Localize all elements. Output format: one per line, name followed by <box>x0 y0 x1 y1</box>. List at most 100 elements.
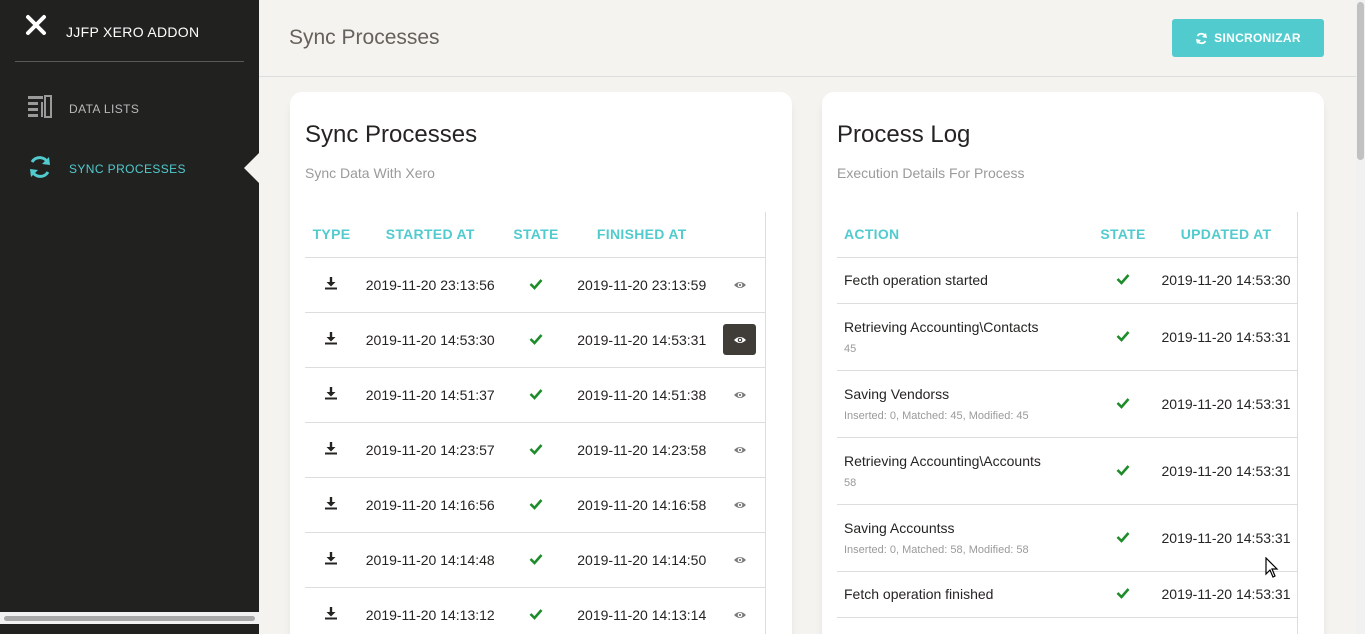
view-button[interactable] <box>723 599 756 630</box>
eye-icon <box>733 552 747 568</box>
finished-at-cell: 2019-11-20 14:23:58 <box>569 422 715 478</box>
view-button[interactable] <box>723 269 756 300</box>
finished-at-cell: 2019-11-20 14:16:58 <box>569 477 715 533</box>
column-header-actions <box>714 212 765 258</box>
actions-cell <box>714 477 765 533</box>
column-header-state[interactable]: STATE <box>1091 212 1155 258</box>
column-header-state[interactable]: STATE <box>502 212 570 258</box>
card-subtitle: Execution Details For Process <box>837 165 1025 181</box>
action-detail: Inserted: 0, Matched: 45, Modified: 45 <box>844 409 1029 422</box>
state-cell <box>502 422 570 478</box>
table-header-row: ACTION STATE UPDATED AT <box>837 212 1297 258</box>
vertical-scrollbar[interactable] <box>1356 0 1365 634</box>
table-row: Saving Accountss Inserted: 0, Matched: 58… <box>837 504 1297 572</box>
column-header-started-at[interactable]: STARTED AT <box>357 212 503 258</box>
action-cell: Saving Accountss Inserted: 0, Matched: 58… <box>837 504 1091 572</box>
action-text: Retrieving Accounting\Contacts <box>844 318 1039 335</box>
state-cell <box>502 367 570 423</box>
view-button[interactable] <box>723 489 756 520</box>
table-row[interactable]: 2019-11-20 14:14:48 2019-11-20 14:14:50 <box>305 532 765 588</box>
table-row[interactable]: 2019-11-20 14:53:30 2019-11-20 14:53:31 <box>305 312 765 368</box>
table-row[interactable]: 2019-11-20 14:13:12 2019-11-20 14:13:14 <box>305 587 765 634</box>
finished-at-cell: 2019-11-20 14:51:38 <box>569 367 715 423</box>
sidebar-item-label: DATA LISTS <box>69 102 140 116</box>
view-button[interactable] <box>723 324 757 355</box>
started-at-cell: 2019-11-20 14:23:57 <box>357 422 503 478</box>
table-header-row: TYPE STARTED AT STATE FINISHED AT <box>305 212 765 258</box>
updated-at-cell: 2019-11-20 14:53:31 <box>1155 370 1297 438</box>
finished-at-cell: 2019-11-20 14:53:31 <box>569 312 715 368</box>
updated-at-cell: 2019-11-20 14:53:30 <box>1155 257 1297 304</box>
finished-at-cell: 2019-11-20 14:14:50 <box>569 532 715 588</box>
card-subtitle: Sync Data With Xero <box>305 165 435 181</box>
column-header-updated-at[interactable]: UPDATED AT <box>1155 212 1297 258</box>
sync-icon <box>1196 32 1208 44</box>
download-icon <box>324 387 338 403</box>
table-row[interactable]: 2019-11-20 23:13:56 2019-11-20 23:13:59 <box>305 257 765 313</box>
action-text: Retrieving Accounting\Accounts <box>844 452 1041 469</box>
log-table: ACTION STATE UPDATED AT Fecth operation … <box>837 212 1297 618</box>
state-cell <box>502 532 570 588</box>
view-button[interactable] <box>723 379 756 410</box>
actions-cell <box>714 587 765 634</box>
started-at-cell: 2019-11-20 14:16:56 <box>357 477 503 533</box>
close-icon[interactable] <box>25 14 47 36</box>
sidebar-item-label: SYNC PROCESSES <box>69 162 186 176</box>
started-at-cell: 2019-11-20 14:51:37 <box>357 367 503 423</box>
table-row[interactable]: 2019-11-20 14:23:57 2019-11-20 14:23:58 <box>305 422 765 478</box>
state-cell <box>1091 257 1155 304</box>
check-icon <box>1116 272 1130 288</box>
state-cell <box>1091 504 1155 572</box>
scrollbar-thumb[interactable] <box>1357 2 1364 160</box>
updated-at-cell: 2019-11-20 14:53:31 <box>1155 303 1297 371</box>
actions-cell <box>714 367 765 423</box>
state-cell <box>1091 370 1155 438</box>
topbar: Sync Processes SINCRONIZAR <box>259 0 1356 77</box>
column-header-finished-at[interactable]: FINISHED AT <box>569 212 715 258</box>
type-cell <box>305 257 358 313</box>
table-row: Retrieving Accounting\Contacts 45 2019-11-… <box>837 303 1297 371</box>
eye-icon <box>733 332 747 348</box>
process-log-card: Process Log Execution Details For Proces… <box>822 92 1324 634</box>
processes-table-container: TYPE STARTED AT STATE FINISHED AT 2019-1… <box>305 212 766 634</box>
type-cell <box>305 477 358 533</box>
download-icon <box>324 442 338 458</box>
started-at-cell: 2019-11-20 14:13:12 <box>357 587 503 634</box>
state-cell <box>1091 437 1155 505</box>
started-at-cell: 2019-11-20 14:14:48 <box>357 532 503 588</box>
column-header-type[interactable]: TYPE <box>305 212 358 258</box>
type-cell <box>305 532 358 588</box>
active-indicator <box>244 153 259 183</box>
table-row[interactable]: 2019-11-20 14:51:37 2019-11-20 14:51:38 <box>305 367 765 423</box>
check-icon <box>1116 586 1130 602</box>
log-table-container: ACTION STATE UPDATED AT Fecth operation … <box>837 212 1298 634</box>
horizontal-scrollbar[interactable] <box>0 612 259 624</box>
check-icon <box>1116 530 1130 546</box>
sidebar-item-sync-processes[interactable]: SYNC PROCESSES <box>0 148 259 188</box>
action-cell: Saving Vendorss Inserted: 0, Matched: 45,… <box>837 370 1091 438</box>
table-row: Fecth operation started 2019-11-20 14:53:… <box>837 257 1297 304</box>
check-icon <box>529 387 543 403</box>
action-detail: 58 <box>844 476 857 489</box>
eye-icon <box>733 607 747 623</box>
view-button[interactable] <box>723 434 756 465</box>
check-icon <box>529 497 543 513</box>
action-cell: Retrieving Accounting\Accounts 58 <box>837 437 1091 505</box>
card-title: Process Log <box>837 121 971 148</box>
scrollbar-thumb[interactable] <box>4 616 255 621</box>
sidebar-item-data-lists[interactable]: DATA LISTS <box>0 88 259 128</box>
table-row: Fetch operation finished 2019-11-20 14:53… <box>837 571 1297 618</box>
check-icon <box>1116 463 1130 479</box>
action-text: Saving Vendorss <box>844 385 950 402</box>
download-icon <box>324 552 338 568</box>
sincronizar-button[interactable]: SINCRONIZAR <box>1172 19 1324 57</box>
processes-table: TYPE STARTED AT STATE FINISHED AT 2019-1… <box>305 212 765 634</box>
view-button[interactable] <box>723 544 756 575</box>
mouse-cursor-icon <box>1265 557 1279 578</box>
table-row[interactable]: 2019-11-20 14:16:56 2019-11-20 14:16:58 <box>305 477 765 533</box>
list-icon <box>28 95 52 118</box>
state-cell <box>502 587 570 634</box>
state-cell <box>1091 303 1155 371</box>
actions-cell <box>714 257 765 313</box>
column-header-action[interactable]: ACTION <box>837 212 1091 258</box>
